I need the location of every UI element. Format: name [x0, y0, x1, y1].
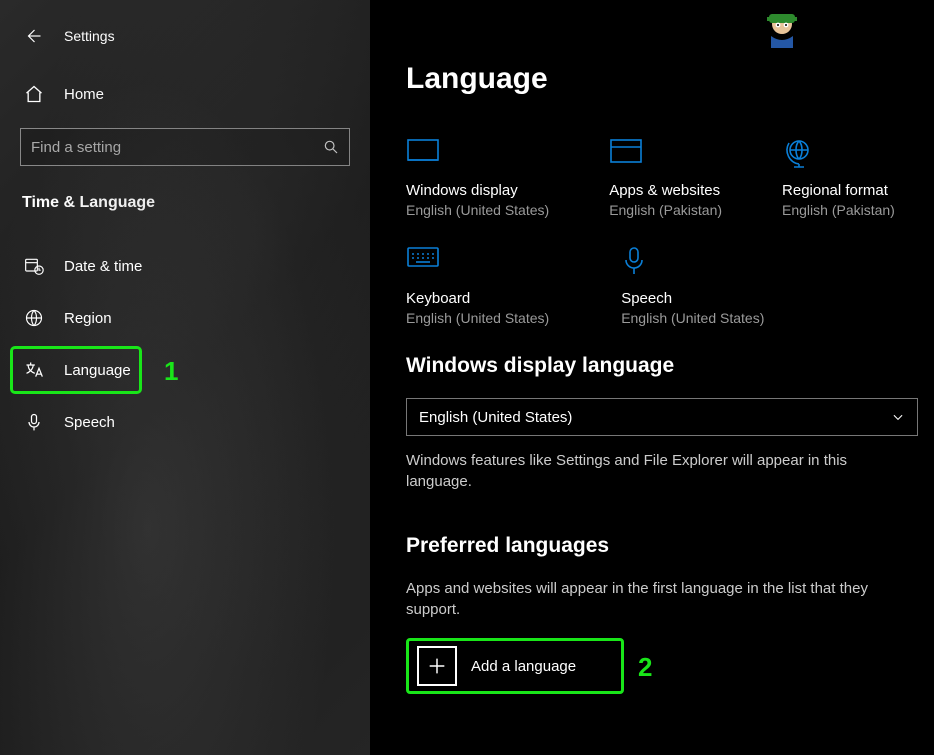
add-language-wrap: Add a language 2 [406, 638, 642, 694]
tile-apps-websites[interactable]: Apps & websites English (Pakistan) [609, 138, 722, 218]
globe-stand-icon [782, 138, 816, 164]
tile-row-2: Keyboard English (United States) Speech … [406, 246, 918, 326]
back-button[interactable] [24, 27, 42, 45]
main-content: Language Windows display English (United… [370, 0, 934, 755]
window-icon [609, 138, 643, 164]
microphone-icon [621, 246, 655, 272]
avatar-icon [761, 8, 803, 50]
keyboard-icon [406, 246, 440, 272]
search-icon [323, 139, 339, 155]
search-box[interactable] [20, 128, 350, 166]
tile-subtitle: English (United States) [406, 202, 549, 218]
search-input[interactable] [31, 139, 323, 156]
add-language-label: Add a language [471, 658, 576, 675]
microphone-icon [24, 412, 44, 432]
nav-label: Speech [64, 414, 115, 431]
nav-label: Language [64, 362, 131, 379]
language-icon [24, 360, 44, 380]
tile-subtitle: English (United States) [621, 310, 764, 326]
nav-item-region[interactable]: Region [0, 292, 370, 344]
section-preferred-languages: Preferred languages [406, 534, 918, 558]
tile-keyboard[interactable]: Keyboard English (United States) [406, 246, 549, 326]
tile-regional-format[interactable]: Regional format English (Pakistan) [782, 138, 895, 218]
display-language-dropdown[interactable]: English (United States) [406, 398, 918, 436]
annotation-2: 2 [638, 652, 652, 683]
nav-list: Date & time Region Language 1 [0, 222, 370, 448]
home-nav[interactable]: Home [0, 54, 370, 108]
tile-title: Regional format [782, 182, 895, 199]
tile-title: Keyboard [406, 290, 549, 307]
display-icon [406, 138, 440, 164]
chevron-down-icon [891, 410, 905, 424]
top-bar: Settings [0, 14, 370, 54]
sidebar: Settings Home Time & Language [0, 0, 370, 755]
app-title: Settings [64, 28, 115, 44]
nav-item-language[interactable]: Language 1 [0, 344, 370, 396]
tile-speech[interactable]: Speech English (United States) [621, 246, 764, 326]
section-display-language: Windows display language [406, 354, 918, 378]
tile-title: Apps & websites [609, 182, 722, 199]
tile-subtitle: English (Pakistan) [609, 202, 722, 218]
annotation-1: 1 [164, 356, 178, 387]
category-header: Time & Language [0, 166, 370, 222]
dropdown-selected: English (United States) [419, 409, 572, 426]
tile-subtitle: English (United States) [406, 310, 549, 326]
tile-title: Windows display [406, 182, 549, 199]
tile-subtitle: English (Pakistan) [782, 202, 895, 218]
page-title: Language [406, 62, 918, 96]
plus-icon [417, 646, 457, 686]
home-label: Home [64, 86, 104, 103]
home-icon [24, 84, 44, 104]
tile-windows-display[interactable]: Windows display English (United States) [406, 138, 549, 218]
display-language-help: Windows features like Settings and File … [406, 450, 906, 492]
tile-title: Speech [621, 290, 764, 307]
nav-item-speech[interactable]: Speech [0, 396, 370, 448]
nav-item-date-time[interactable]: Date & time [0, 240, 370, 292]
calendar-clock-icon [24, 256, 44, 276]
globe-icon [24, 308, 44, 328]
nav-label: Date & time [64, 258, 142, 275]
search-container [0, 108, 370, 166]
tile-row-1: Windows display English (United States) … [406, 138, 918, 218]
add-language-button[interactable]: Add a language [406, 638, 624, 694]
nav-label: Region [64, 310, 112, 327]
preferred-help: Apps and websites will appear in the fir… [406, 578, 906, 620]
